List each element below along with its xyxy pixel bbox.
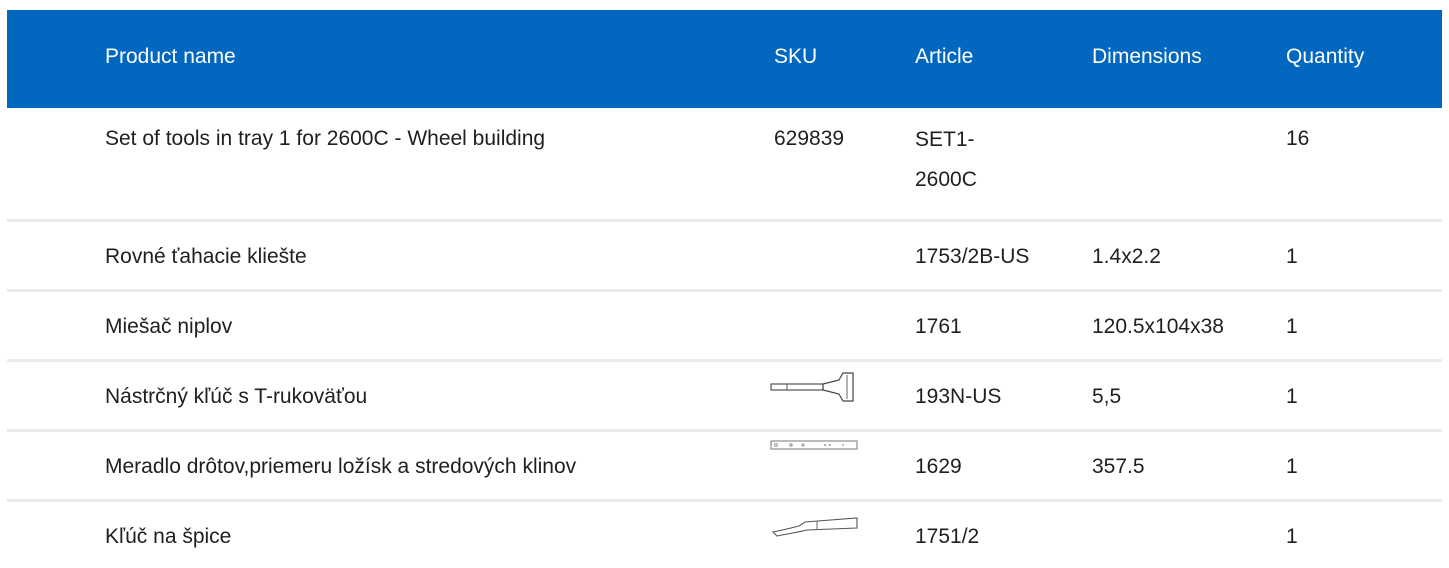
product-dimensions: 357.5 <box>1092 455 1145 478</box>
product-name[interactable]: Kľúč na špice <box>105 524 231 550</box>
product-article: 193N-US <box>915 385 1002 408</box>
product-quantity: 16 <box>1286 127 1310 150</box>
product-quantity: 1 <box>1286 245 1298 268</box>
product-dimensions: 1.4x2.2 <box>1092 245 1161 268</box>
product-name[interactable]: Miešač niplov <box>105 314 232 340</box>
wire-gauge-icon[interactable] <box>769 435 861 455</box>
product-quantity: 1 <box>1286 455 1298 478</box>
table-row[interactable]: Rovné ťahacie kliešte 1753/2B-US 1.4x2.2… <box>7 222 1442 292</box>
product-article: 1751/2 <box>915 525 980 548</box>
product-name[interactable]: Rovné ťahacie kliešte <box>105 244 307 270</box>
t-handle-wrench-icon[interactable] <box>769 370 861 404</box>
product-article: SET1-2600C <box>915 128 977 191</box>
table-row[interactable]: Kľúč na špice 1751/2 1 <box>7 502 1442 568</box>
column-header-dimensions[interactable]: Dimensions <box>1092 44 1202 70</box>
product-dimensions: 120.5x104x38 <box>1092 315 1224 338</box>
column-header-product-name[interactable]: Product name <box>105 44 236 70</box>
product-quantity: 1 <box>1286 525 1298 548</box>
spoke-wrench-icon[interactable] <box>769 508 861 542</box>
column-header-sku[interactable]: SKU <box>774 44 817 70</box>
product-quantity: 1 <box>1286 315 1298 338</box>
table-header: Product name SKU Article Dimensions Quan… <box>7 10 1442 108</box>
product-sku: 629839 <box>774 127 845 150</box>
table-row[interactable]: Nástrčný kľúč s T-rukoväťou 193N-US 5,5 … <box>7 362 1442 432</box>
column-header-quantity[interactable]: Quantity <box>1286 44 1364 70</box>
table-row[interactable]: Meradlo drôtov,priemeru ložísk a stredov… <box>7 432 1442 502</box>
table-row[interactable]: Set of tools in tray 1 for 2600C - Wheel… <box>7 108 1442 222</box>
product-article: 1629 <box>915 455 962 478</box>
product-name[interactable]: Nástrčný kľúč s T-rukoväťou <box>105 384 367 410</box>
product-name[interactable]: Meradlo drôtov,priemeru ložísk a stredov… <box>105 454 576 480</box>
product-dimensions: 5,5 <box>1092 385 1122 408</box>
product-article: 1761 <box>915 315 962 338</box>
product-table: Product name SKU Article Dimensions Quan… <box>7 10 1442 568</box>
product-article: 1753/2B-US <box>915 245 1030 268</box>
column-header-article[interactable]: Article <box>915 44 973 70</box>
product-name[interactable]: Set of tools in tray 1 for 2600C - Wheel… <box>105 126 545 152</box>
product-quantity: 1 <box>1286 385 1298 408</box>
table-row[interactable]: Miešač niplov 1761 120.5x104x38 1 <box>7 292 1442 362</box>
